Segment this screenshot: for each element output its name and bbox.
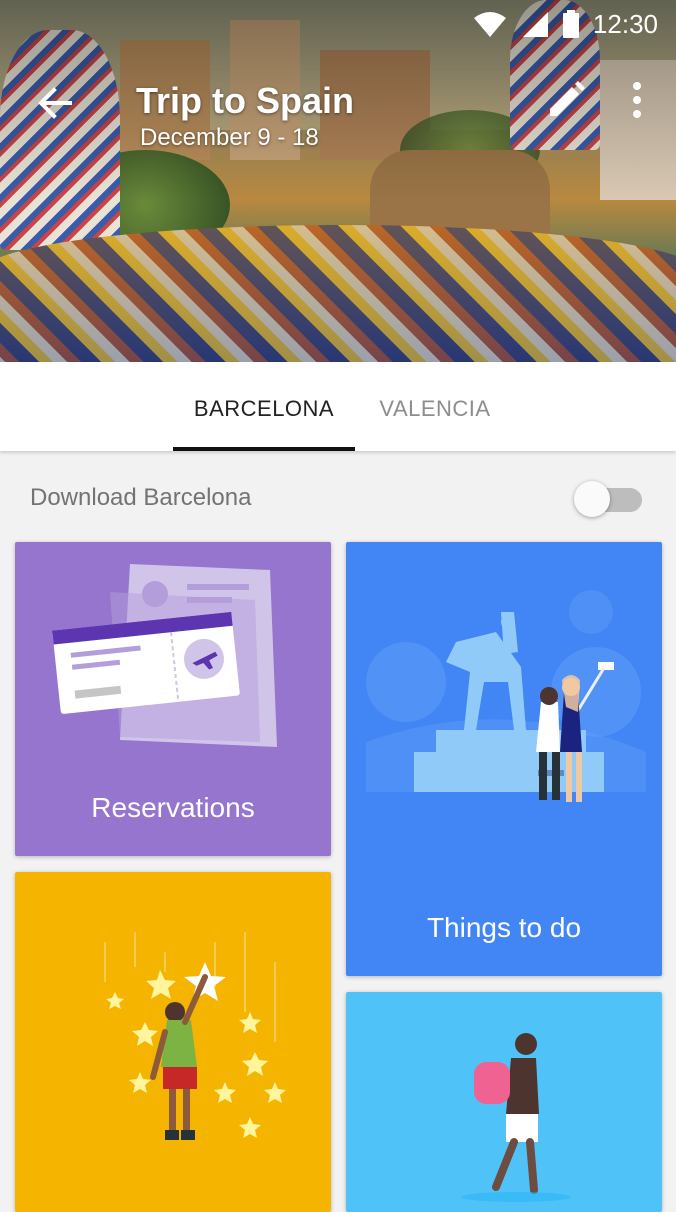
page-title: Trip to Spain [136, 80, 355, 121]
yellow-card[interactable] [15, 872, 331, 1212]
things-to-do-card[interactable]: Things to do [346, 542, 662, 976]
hero-mosaic-bench [0, 225, 676, 362]
app-bar: Trip to Spain December 9 - 18 [0, 70, 676, 160]
tab-barcelona[interactable]: BARCELONA [173, 362, 355, 451]
reservations-label: Reservations [91, 792, 255, 823]
hiker-illustration [461, 1033, 571, 1202]
tab-valencia[interactable]: VALENCIA [355, 362, 515, 451]
toggle-thumb [574, 481, 610, 517]
city-tabs: BARCELONA VALENCIA [0, 362, 676, 451]
reservations-illustration [52, 564, 277, 747]
more-vert-icon[interactable] [622, 78, 652, 122]
tab-indicator [173, 447, 355, 451]
light-blue-card[interactable] [346, 992, 662, 1212]
things-to-do-label: Things to do [426, 912, 582, 943]
status-time: 12:30 [592, 8, 658, 39]
edit-pencil-icon[interactable] [544, 78, 588, 122]
hero-image [0, 0, 676, 362]
things-to-do-illustration [366, 590, 646, 802]
download-toggle[interactable] [574, 480, 644, 520]
back-arrow-icon[interactable] [30, 78, 80, 128]
stars-illustration [104, 932, 286, 1140]
status-bar: 12:30 [473, 6, 658, 42]
download-label: Download Barcelona [30, 484, 252, 511]
page-subtitle: December 9 - 18 [140, 124, 319, 151]
cell-signal-icon [522, 12, 548, 37]
battery-icon [562, 10, 579, 38]
reservations-card[interactable]: Reservations [15, 542, 331, 856]
wifi-icon [473, 12, 506, 37]
